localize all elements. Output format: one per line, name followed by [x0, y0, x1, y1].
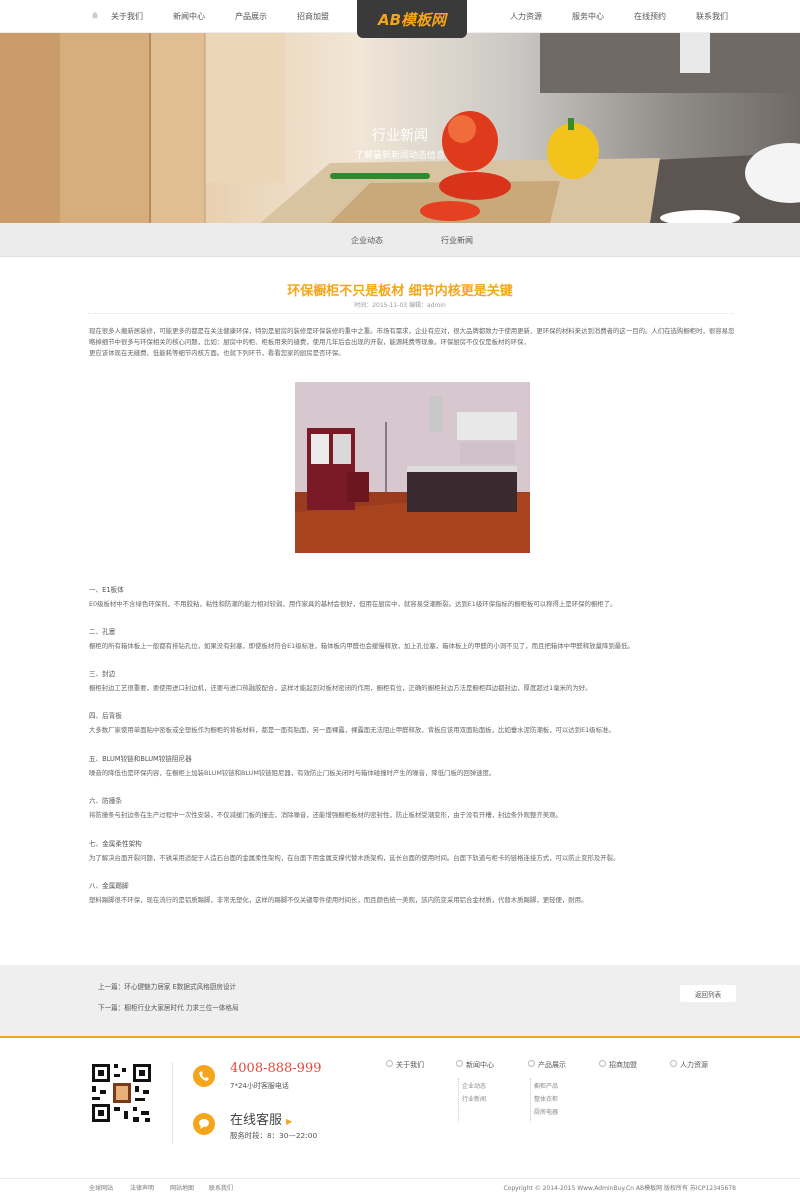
bottom-divider — [0, 1178, 800, 1179]
nav-products[interactable]: 产品展示 — [235, 11, 267, 22]
phone-icon — [193, 1065, 215, 1087]
copyright: Copyright © 2014-2015 Www.AdminBuy.Cn AB… — [503, 1185, 736, 1192]
qr-code-image — [89, 1061, 154, 1125]
arrow-right-icon: ▶ — [286, 1117, 293, 1126]
page-banner: 行业新闻 了解最新新闻动态信息 — [0, 33, 800, 223]
section-text: 橱柜的所有箱体板上一般都有排钻孔位，如果没有封塞，即使板材符合E1级标准，箱体板… — [89, 642, 634, 650]
nav-contact[interactable]: 联系我们 — [696, 11, 728, 22]
bottom-link-global[interactable]: 全球网站 — [89, 1183, 113, 1192]
section-text: 橱柜封边工艺很重要，要使用进口封边机，还要与进口热融胶配合，这样才能起到对板材密… — [89, 684, 592, 692]
footer-col-products[interactable]: 产品展示 — [528, 1060, 566, 1070]
footer-link-appliances[interactable]: 厨房电器 — [534, 1107, 558, 1116]
article-meta: 时间：2015-11-03 编辑：admin — [354, 302, 446, 309]
footer-link-cabinets[interactable]: 橱柜产品 — [534, 1081, 558, 1090]
bottom-link-contact[interactable]: 联系我们 — [209, 1183, 233, 1192]
section-title: 三、封边 — [89, 670, 116, 678]
nav-service[interactable]: 服务中心 — [572, 11, 604, 22]
footer-link-wardrobes[interactable]: 整体衣柜 — [534, 1094, 558, 1103]
footer-col-line — [530, 1078, 531, 1122]
site-logo[interactable]: AB模板网 — [357, 0, 467, 38]
footer-col-news[interactable]: 新闻中心 — [456, 1060, 494, 1070]
nav-booking[interactable]: 在线预约 — [634, 11, 666, 22]
bottom-link-sitemap[interactable]: 网站地图 — [170, 1183, 194, 1192]
footer-col-about[interactable]: 关于我们 — [386, 1060, 424, 1070]
back-to-list-label: 返回列表 — [694, 990, 722, 999]
article-intro: 现在很多人搬新居装修，可能更多的都是在关注健康环保，特别是厨房的装修是环保装修的… — [89, 326, 735, 359]
nav-news[interactable]: 新闻中心 — [173, 11, 205, 22]
section-title: 二、孔塞 — [89, 628, 116, 636]
section-title: 四、后背板 — [89, 712, 122, 720]
section-text: 塑料踢脚很不环保，现在流行的是铝质踢脚，非常无塑化，这样的踢脚不仅关键零件使用时… — [89, 896, 588, 904]
logo-text: AB模板网 — [377, 10, 447, 29]
home-icon[interactable] — [91, 11, 99, 19]
footer-divider — [172, 1062, 173, 1144]
nav-about[interactable]: 关于我们 — [111, 11, 143, 22]
nav-hr[interactable]: 人力资源 — [510, 11, 542, 22]
section-title: 六、防撞条 — [89, 797, 122, 805]
next-article-link[interactable]: 下一篇：橱柜行业大家居时代 力求三位一体格局 — [98, 1002, 239, 1012]
footer-col-franchise[interactable]: 招商加盟 — [599, 1060, 637, 1070]
section-text: 噪音的降低也是环保内容，在橱柜上加装BLUM铰链和BLUM铰链阻尼器，有效防止门… — [89, 769, 496, 777]
hotline-number[interactable]: 4008-888-999 — [230, 1061, 322, 1076]
category-subnav: 企业动态 行业新闻 — [0, 223, 800, 257]
section-text: 大多数厂家使用单面贴中密板或全塑板作为橱柜的背板材料，都是一面有贴面，另一面裸露… — [89, 726, 615, 734]
section-title: 一、E1板体 — [89, 586, 124, 594]
bottom-link-legal[interactable]: 法律声明 — [130, 1183, 154, 1192]
banner-title: 行业新闻 — [372, 128, 428, 144]
nav-franchise[interactable]: 招商加盟 — [297, 11, 329, 22]
section-title: 五、BLUM铰链和BLUM铰链阻尼器 — [89, 755, 192, 763]
kitchen-photo-image — [295, 382, 530, 553]
kitchen-photo — [295, 382, 530, 553]
banner-subtitle: 了解最新新闻动态信息 — [354, 151, 445, 161]
footer-link-industry-news[interactable]: 行业新闻 — [462, 1094, 486, 1103]
back-to-list-button[interactable]: 返回列表 — [680, 985, 736, 1002]
intro-paragraph: 现在很多人搬新居装修，可能更多的都是在关注健康环保，特别是厨房的装修是环保装修的… — [89, 327, 735, 346]
section-text: E0级板材中不含绿色环保剂，不用胶粘，粘性和防潮的能力相对较弱，用作家具的基材会… — [89, 600, 617, 608]
service-hours: 服务时段：8：30—22:00 — [230, 1131, 318, 1140]
article-title: 环保橱柜不只是板材 细节内核更是关键 — [287, 284, 513, 299]
section-title: 七、金属柔性架构 — [89, 840, 142, 848]
prev-article-link[interactable]: 上一篇：环心健魅力居家 E数据式风格厨房设计 — [98, 981, 236, 991]
section-text: 将防撞条与封边条在生产过程中一次性安装，不仅减缓门板的撞击，消除噪音，还能增强橱… — [89, 811, 562, 819]
footer-col-line — [458, 1078, 459, 1122]
section-title: 八、金属踢脚 — [89, 882, 129, 890]
title-divider — [88, 313, 734, 314]
subnav-company-news[interactable]: 企业动态 — [351, 235, 383, 246]
subnav-industry-news[interactable]: 行业新闻 — [441, 235, 473, 246]
online-service-label: 在线客服 — [230, 1113, 283, 1128]
chat-icon — [193, 1113, 215, 1135]
online-service-link[interactable]: 在线客服 ▶ — [230, 1109, 292, 1128]
hotline-caption: 7*24小时客服电话 — [230, 1082, 289, 1090]
section-text: 为了解决台面开裂问题，不锈采用适配于人造石台面的金属柔性架构，在台面下用金属支撑… — [89, 854, 620, 862]
footer-col-hr[interactable]: 人力资源 — [670, 1060, 708, 1070]
footer-link-company-news[interactable]: 企业动态 — [462, 1081, 486, 1090]
intro-paragraph: 更应该体现在无缝费、低能耗等细节内核方面。也就下列环节，看看您家的厨房是否环保。 — [89, 349, 345, 357]
